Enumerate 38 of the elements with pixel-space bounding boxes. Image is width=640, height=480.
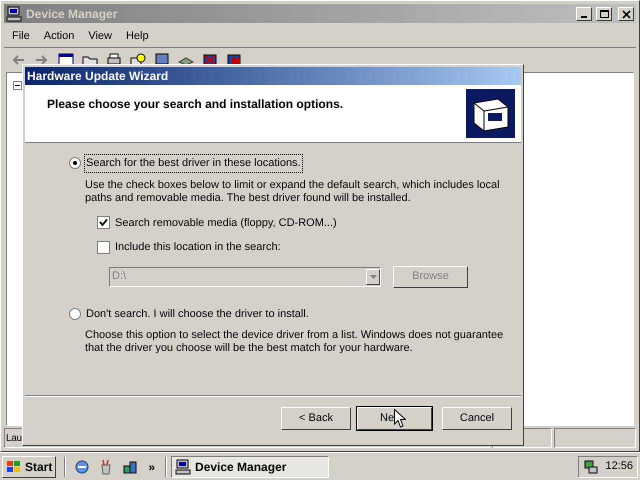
more-icons-button[interactable]: » xyxy=(148,458,156,476)
wizard-heading: Please choose your search and installation options. xyxy=(47,96,344,113)
collapse-icon[interactable] xyxy=(13,81,22,90)
back-button[interactable]: < Back xyxy=(281,407,351,430)
network-icon[interactable] xyxy=(583,458,599,474)
menu-item[interactable]: View xyxy=(88,28,112,45)
checkbox[interactable] xyxy=(97,216,110,230)
cancel-button[interactable]: Cancel xyxy=(442,407,512,430)
window-title: Device Manager xyxy=(26,6,118,22)
checkbox-label[interactable]: Include this location in the search: xyxy=(115,239,281,256)
start-button[interactable]: Start xyxy=(2,456,56,478)
minimize-button[interactable] xyxy=(576,6,592,20)
building-blocks-icon[interactable] xyxy=(122,458,138,474)
menu-item[interactable]: Action xyxy=(44,28,74,45)
menu-item[interactable]: Help xyxy=(126,28,149,45)
windows-flag-icon xyxy=(6,460,22,474)
radio-button[interactable] xyxy=(69,157,81,170)
next-button[interactable]: Ne xyxy=(357,407,432,430)
computer-icon xyxy=(6,6,22,22)
hardware-box-icon xyxy=(466,89,515,138)
option-description: Choose this option to select the device driver from a list. Windows does not guarantee that the driver you choose will be the best match for your hardware. xyxy=(85,329,504,355)
taskbar-task[interactable]: Device Manager xyxy=(171,456,330,478)
computer-icon xyxy=(175,458,192,474)
mouse-cursor-icon xyxy=(394,409,406,428)
radio-label[interactable]: Don't search. I will choose the driver to install. xyxy=(85,306,310,322)
checkbox-label[interactable]: Search removable media (floppy, CD-ROM...) xyxy=(115,214,337,231)
menu-item[interactable]: File xyxy=(12,28,30,45)
minimize-icon xyxy=(581,16,587,18)
radio-label[interactable]: Search for the best driver in these locations. xyxy=(85,155,302,172)
radio-button[interactable] xyxy=(69,308,81,320)
status-bar-text: Lau xyxy=(6,432,22,446)
clock: 12:56 xyxy=(605,459,633,474)
option-description: Use the check boxes below to limit or expand the default search, which includes local paths and removable media. The best driver found will be installed. xyxy=(85,178,501,204)
maximize-button[interactable] xyxy=(596,6,612,20)
dialog-title: Hardware Update Wizard xyxy=(27,68,168,85)
close-button[interactable] xyxy=(618,6,634,20)
checkbox[interactable] xyxy=(97,240,110,254)
close-icon xyxy=(620,8,632,20)
